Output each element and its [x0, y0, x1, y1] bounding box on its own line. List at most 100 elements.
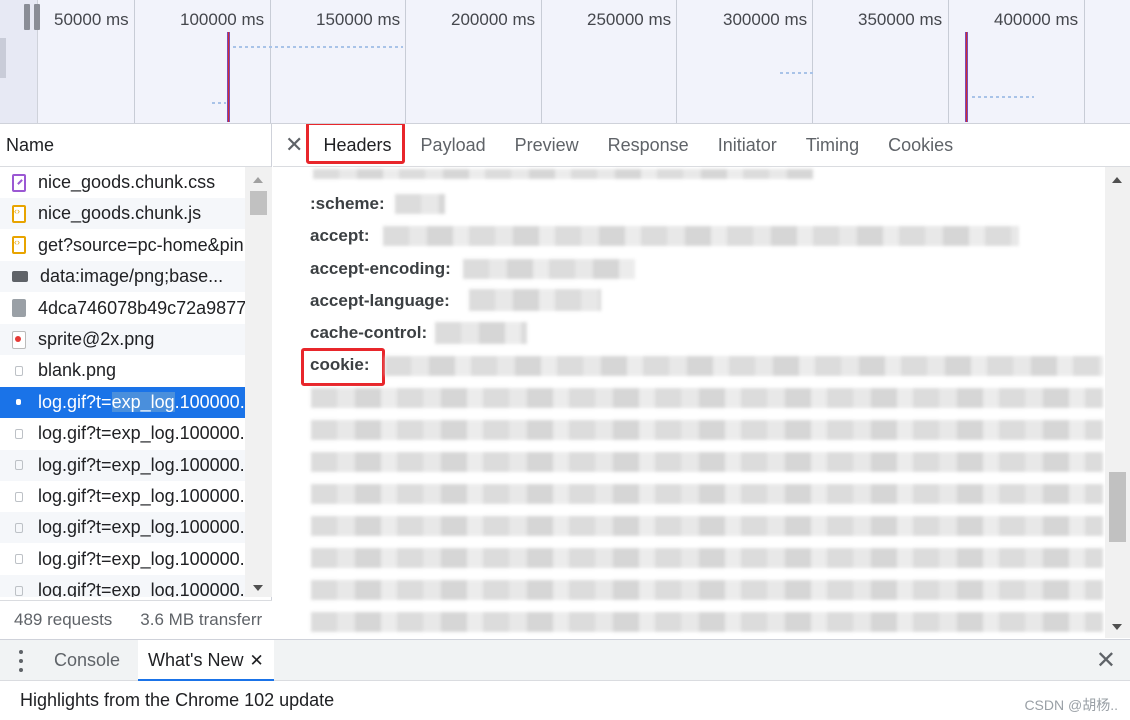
whats-new-panel: Highlights from the Chrome 102 update CS… [0, 681, 1130, 720]
js-file-icon [12, 204, 26, 223]
close-drawer-icon[interactable]: ✕ [1096, 646, 1116, 675]
redacted-cookie-value [311, 612, 1103, 632]
tab-whats-new[interactable]: What's New ✕ [138, 640, 274, 681]
scrollbar-thumb[interactable] [1109, 472, 1126, 542]
name-column-header[interactable]: Name [0, 124, 271, 167]
transferred-size: 3.6 MB transferr [140, 609, 263, 629]
tab-headers[interactable]: Headers [309, 135, 406, 166]
tab-payload[interactable]: Payload [406, 135, 500, 166]
request-row[interactable]: sprite@2x.png [0, 324, 245, 355]
timeline-activity-dots [972, 96, 1034, 98]
request-count: 489 requests [14, 609, 113, 629]
scroll-down-icon[interactable] [1112, 624, 1122, 630]
timeline-gridline [1084, 0, 1085, 123]
whats-new-title: Highlights from the Chrome 102 update [20, 690, 335, 710]
redacted-value [435, 322, 527, 344]
css-file-icon [12, 173, 26, 192]
timeline-gridline [134, 0, 135, 123]
timeline-activity-dots [233, 46, 403, 48]
tab-timing[interactable]: Timing [791, 135, 873, 166]
request-row[interactable]: log.gif?t=exp_log.100000... [0, 386, 245, 418]
request-row[interactable]: log.gif?t=exp_log.100000... [0, 544, 245, 575]
timeline-tick-label: 300000 ms [723, 10, 808, 29]
redacted-cookie-value [311, 548, 1103, 568]
request-row[interactable]: nice_goods.chunk.css [0, 167, 245, 198]
redacted-cookie-value [311, 420, 1103, 440]
timeline-tick-label: 400000 ms [994, 10, 1079, 29]
tab-response[interactable]: Response [593, 135, 703, 166]
image-icon [12, 271, 28, 283]
redacted-value [469, 289, 601, 311]
tab-console[interactable]: Console [54, 640, 120, 681]
drawer-tab-bar: Console What's New ✕ ✕ [0, 639, 1130, 681]
redacted-value [313, 169, 813, 179]
scroll-up-icon[interactable] [253, 177, 263, 183]
blank-file-icon [15, 428, 23, 439]
timeline-activity-dots [780, 72, 816, 74]
close-tab-icon[interactable]: ✕ [249, 651, 263, 670]
request-name: log.gif?t=exp_log.100000... [38, 423, 245, 444]
load-event-marker [965, 32, 968, 122]
blank-file-icon [15, 554, 23, 565]
load-event-marker [227, 32, 230, 122]
request-row[interactable]: 4dca746078b49c72a9877c [0, 293, 245, 324]
blank-file-icon [15, 491, 23, 502]
redacted-value [395, 194, 445, 214]
request-list-panel: Name nice_goods.chunk.cssnice_goods.chun… [0, 124, 272, 638]
request-row[interactable]: log.gif?t=exp_log.100000... [0, 575, 245, 597]
request-row[interactable]: log.gif?t=exp_log.100000... [0, 418, 245, 449]
pause-recording-icon[interactable] [24, 4, 42, 30]
timeline-tick-label: 100000 ms [180, 10, 265, 29]
timeline-tick-label: 50000 ms [54, 10, 129, 29]
scroll-down-icon[interactable] [253, 585, 263, 591]
tab-cookies[interactable]: Cookies [874, 135, 968, 166]
timeline-tick-label: 250000 ms [587, 10, 672, 29]
request-name: log.gif?t=exp_log.100000... [38, 391, 245, 412]
details-tab-bar: ✕ Headers Payload Preview Response Initi… [273, 124, 1130, 167]
network-overview-timeline[interactable]: 50000 ms 100000 ms 150000 ms 200000 ms 2… [0, 0, 1130, 124]
redacted-cookie-value [311, 580, 1103, 600]
redacted-cookie-value [311, 516, 1103, 536]
timeline-gridline [812, 0, 813, 123]
request-name: sprite@2x.png [38, 329, 155, 349]
redacted-cookie-value [311, 452, 1103, 472]
scroll-up-icon[interactable] [1112, 177, 1122, 183]
request-name: data:image/png;base... [40, 266, 224, 287]
close-details-icon[interactable]: ✕ [285, 132, 303, 158]
header-name-accept-language: accept-language: [310, 291, 450, 310]
request-row[interactable]: data:image/png;base... [0, 261, 245, 293]
tab-preview[interactable]: Preview [500, 135, 593, 166]
request-row[interactable]: log.gif?t=exp_log.100000... [0, 449, 245, 481]
request-name: log.gif?t=exp_log.100000... [38, 454, 245, 475]
request-rows: nice_goods.chunk.css nice_goods.chunk.jsg… [0, 167, 245, 597]
header-name-accept: accept: [310, 226, 370, 245]
js-file-icon [12, 236, 26, 255]
more-options-icon[interactable] [18, 649, 24, 673]
header-name-cache-control: cache-control: [310, 323, 428, 342]
redacted-cookie-value [385, 356, 1103, 376]
timeline-gridline [948, 0, 949, 123]
tab-initiator[interactable]: Initiator [703, 135, 791, 166]
request-row[interactable]: blank.png [0, 355, 245, 386]
tab-whats-new-label: What's New [148, 650, 244, 670]
request-details-panel: ✕ Headers Payload Preview Response Initi… [273, 124, 1130, 638]
timeline-gridline [676, 0, 677, 123]
image-icon [12, 330, 26, 349]
details-scrollbar[interactable] [1105, 167, 1130, 638]
blank-file-icon [15, 522, 23, 533]
blank-file-icon [15, 460, 23, 471]
request-name: log.gif?t=exp_log.100000... [38, 486, 245, 506]
request-name: get?source=pc-home&pin [38, 234, 244, 255]
timeline-gridline [405, 0, 406, 123]
request-name: nice_goods.chunk.css [38, 172, 216, 192]
request-row[interactable]: get?source=pc-home&pin [0, 230, 245, 261]
request-list-scrollbar[interactable] [245, 167, 272, 597]
redacted-cookie-value [311, 484, 1103, 504]
redacted-value [383, 226, 1019, 246]
request-row[interactable]: log.gif?t=exp_log.100000... [0, 481, 245, 512]
header-name-accept-encoding: accept-encoding: [310, 259, 451, 278]
request-row[interactable]: log.gif?t=exp_log.100000... [0, 512, 245, 544]
request-row[interactable]: nice_goods.chunk.js [0, 198, 245, 230]
scrollbar-thumb[interactable] [250, 191, 267, 215]
overview-selection-handle[interactable] [0, 38, 6, 78]
